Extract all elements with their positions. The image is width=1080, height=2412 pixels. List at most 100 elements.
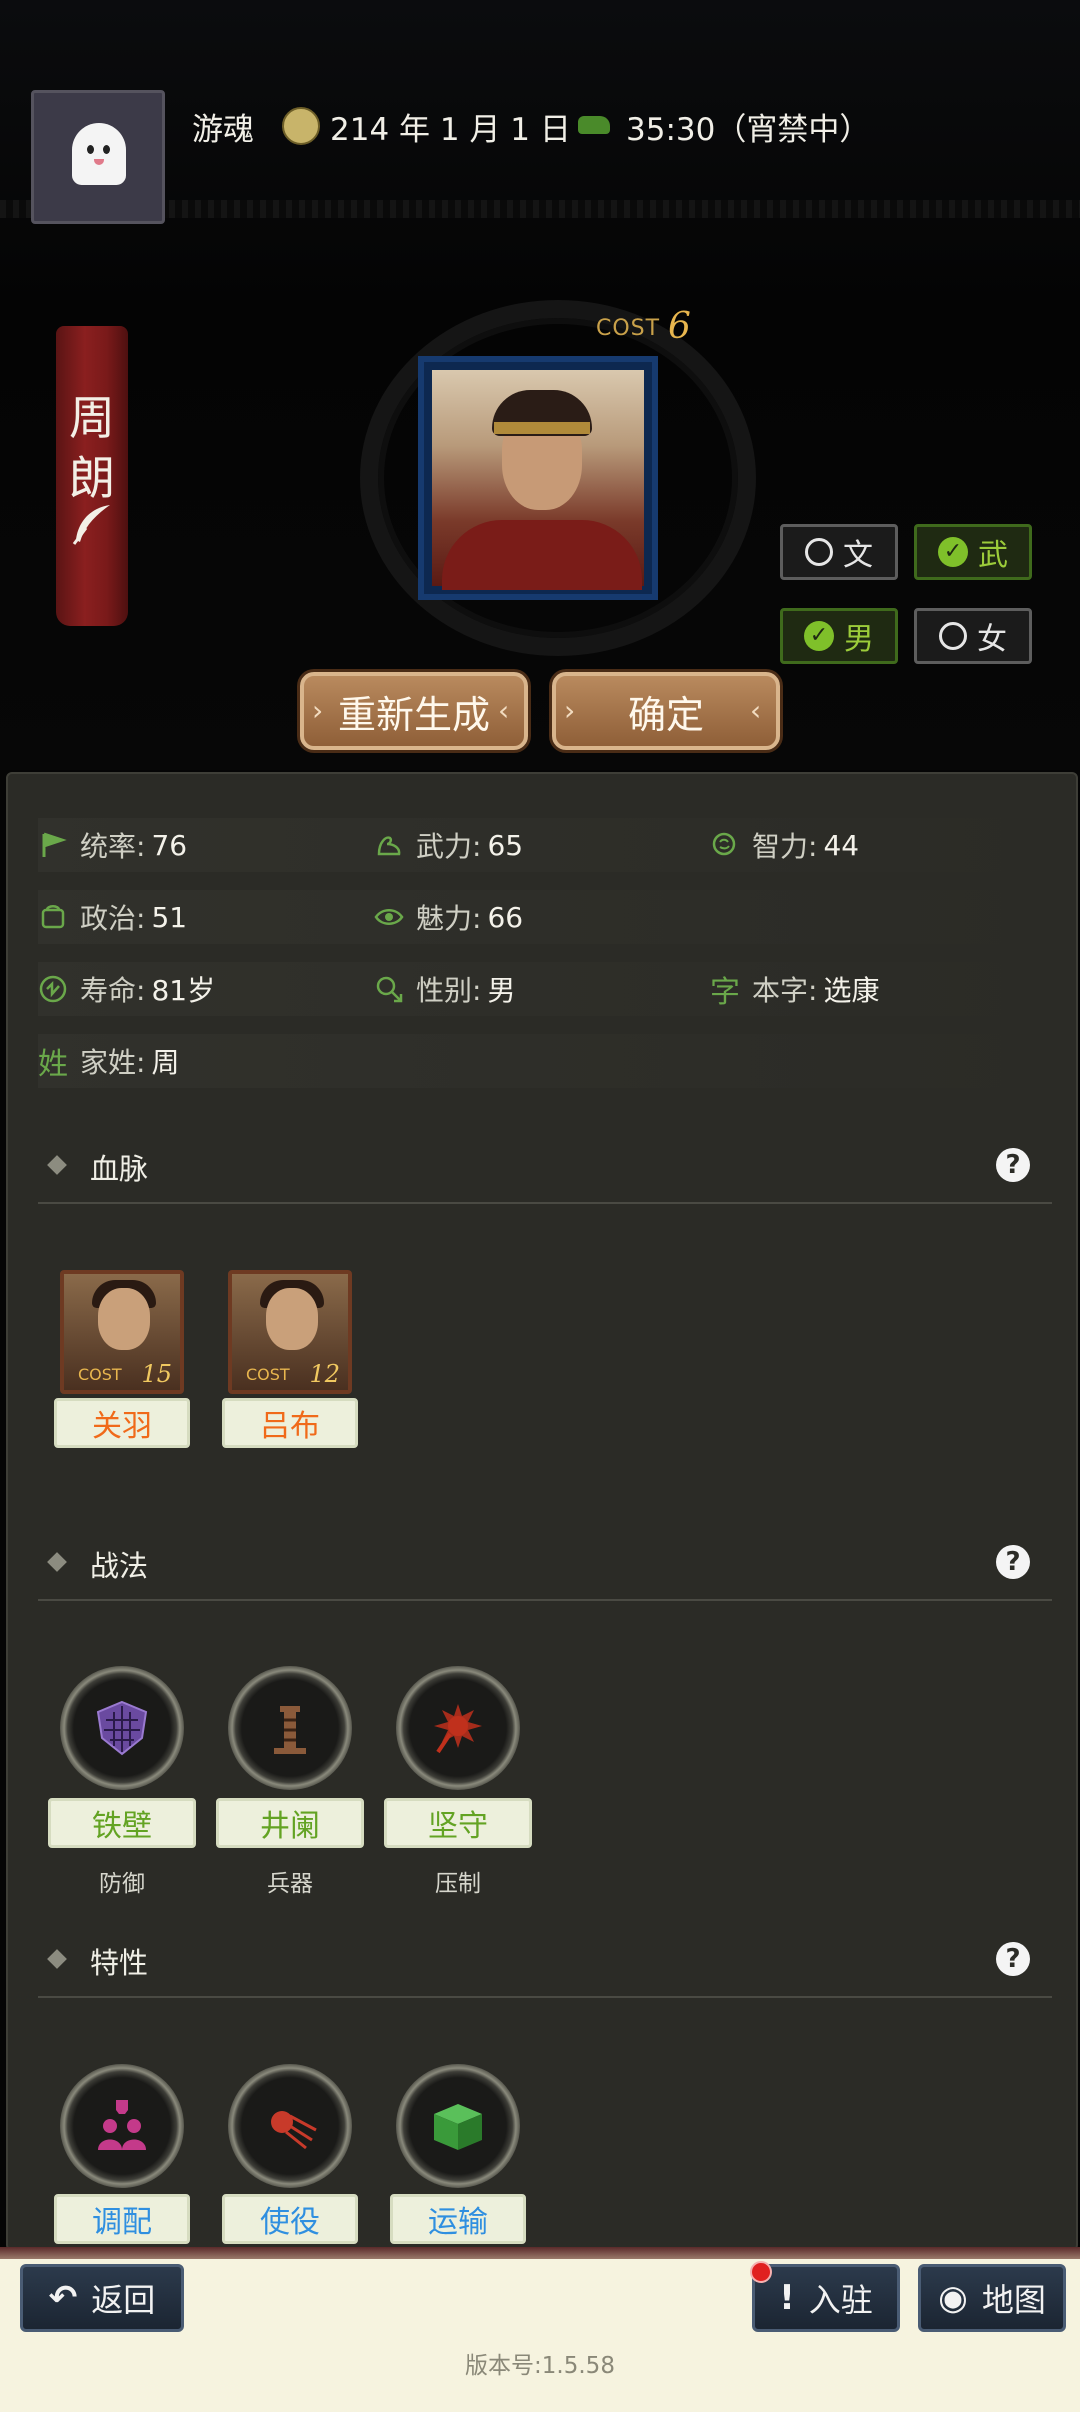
trait-name-tiaopei[interactable]: 调配: [54, 2194, 190, 2244]
regenerate-button[interactable]: › 重新生成 ‹: [300, 672, 528, 750]
game-time: 35:30（宵禁中）: [626, 112, 871, 148]
lifespan-icon: [39, 975, 67, 1003]
toggle-female[interactable]: 女: [914, 608, 1032, 664]
traits-section-header: 特性 ?: [38, 1926, 1052, 1998]
tactic-jianshou[interactable]: [396, 1666, 520, 1790]
trait-tiaopei[interactable]: [60, 2064, 184, 2188]
toggle-wu[interactable]: ✓ 武: [914, 524, 1032, 580]
map-button[interactable]: ◉ 地图: [918, 2264, 1066, 2332]
user-name: 游魂: [192, 112, 254, 148]
arm-icon: [377, 836, 401, 856]
character-zi-icon: 字: [710, 975, 740, 1010]
box-icon: [434, 2104, 482, 2150]
brain-icon: [712, 832, 736, 856]
unchecked-circle-icon: [939, 622, 967, 650]
shield-hex-icon: [96, 1700, 148, 1756]
bottom-bar-border: [0, 2247, 1080, 2259]
diamond-icon: [47, 1949, 67, 1969]
help-icon[interactable]: ?: [996, 1148, 1030, 1182]
tactic-name-tiebi[interactable]: 铁壁: [48, 1798, 196, 1848]
trait-name-shiyi[interactable]: 使役: [222, 2194, 358, 2244]
help-icon[interactable]: ?: [996, 1942, 1030, 1976]
settle-label: 入驻: [808, 2281, 873, 2319]
confirm-button[interactable]: › 确定 ‹: [552, 672, 780, 750]
stat-family-name: 姓 家姓: 周: [38, 1036, 179, 1086]
feather-icon[interactable]: [70, 502, 114, 546]
name-char-1: 周: [69, 391, 115, 445]
toggle-wen-label: 文: [843, 538, 873, 573]
stat-value: 66: [487, 900, 524, 934]
notification-dot: [750, 2261, 772, 2283]
toggle-wu-label: 武: [978, 538, 1008, 573]
bloodline-name-guanyu[interactable]: 关羽: [54, 1398, 190, 1448]
name-char-2: 朗: [69, 451, 115, 505]
tactic-tiebi[interactable]: [60, 1666, 184, 1790]
siege-tower-icon: [274, 1706, 306, 1754]
toggle-male-label: 男: [844, 622, 874, 657]
avatar[interactable]: [31, 90, 165, 224]
card-cost-label: COST: [246, 1365, 290, 1384]
stat-label: 寿命:: [80, 974, 146, 1007]
unchecked-circle-icon: [805, 538, 833, 566]
trait-name-yunshu[interactable]: 运输: [390, 2194, 526, 2244]
character-xing-icon: 姓: [38, 1047, 68, 1082]
confirm-label: 确定: [627, 692, 704, 737]
bloodline-section-header: 血脉 ?: [38, 1132, 1052, 1204]
people-bulb-icon: [98, 2100, 146, 2150]
calendar-icon: [282, 107, 320, 145]
diamond-icon: [47, 1155, 67, 1175]
stat-label: 智力:: [752, 830, 818, 863]
stat-value: 81岁: [151, 974, 216, 1007]
trait-shiyi[interactable]: [228, 2064, 352, 2188]
version-text: 版本号:1.5.58: [465, 2353, 615, 2379]
section-title: 战法: [90, 1549, 149, 1583]
trait-yunshu[interactable]: [396, 2064, 520, 2188]
stat-value: 65: [487, 828, 524, 862]
toggle-male[interactable]: ✓ 男: [780, 608, 898, 664]
stat-politics: 政治: 51: [38, 892, 187, 942]
return-arrow-icon: ↶: [48, 2278, 78, 2318]
toggle-female-label: 女: [977, 622, 1007, 657]
stat-label: 武力:: [416, 830, 482, 863]
bloodline-name-lvbu[interactable]: 吕布: [222, 1398, 358, 1448]
check-icon: ✓: [804, 621, 834, 651]
check-icon: ✓: [938, 537, 968, 567]
section-title: 血脉: [90, 1152, 149, 1186]
card-cost-value: 12: [309, 1360, 340, 1388]
bloodline-card-guanyu[interactable]: COST 15: [60, 1270, 184, 1394]
toggle-wen[interactable]: 文: [780, 524, 898, 580]
horse-icon: [578, 116, 610, 134]
stat-value: 周: [151, 1046, 180, 1079]
tactic-name-jianshou[interactable]: 坚守: [384, 1798, 532, 1848]
tactic-jinglan[interactable]: [228, 1666, 352, 1790]
stat-label: 性别:: [416, 974, 482, 1007]
tactics-section-header: 战法 ?: [38, 1529, 1052, 1601]
stat-command: 统率: 76: [38, 820, 187, 870]
character-portrait: [418, 356, 658, 600]
back-button[interactable]: ↶ 返回: [20, 2264, 184, 2332]
back-label: 返回: [91, 2281, 156, 2319]
card-cost-label: COST: [78, 1365, 122, 1384]
stat-value: 51: [151, 900, 188, 934]
settle-button[interactable]: ! 入驻: [752, 2264, 900, 2332]
cost-value: 6: [668, 306, 691, 347]
game-date: 214 年 1 月 1 日: [330, 112, 571, 148]
exclamation-icon: !: [779, 2278, 795, 2318]
tactic-type: 兵器: [267, 1871, 313, 1897]
map-label: 地图: [981, 2281, 1046, 2319]
ghost-icon: [72, 123, 126, 185]
help-icon[interactable]: ?: [996, 1545, 1030, 1579]
diamond-icon: [47, 1552, 67, 1572]
character-name-banner: 周 朗: [56, 326, 128, 626]
character-detail-panel[interactable]: 统率: 76 武力: 65 智力: 44 政治: 51 魅力: 66 寿命: 8…: [6, 772, 1078, 2251]
tactic-name-jinglan[interactable]: 井阑: [216, 1798, 364, 1848]
stat-courtesy-name: 字 本字: 选康: [710, 964, 879, 1014]
section-title: 特性: [90, 1946, 149, 1980]
stat-label: 魅力:: [416, 902, 482, 935]
bloodline-card-lvbu[interactable]: COST 12: [228, 1270, 352, 1394]
stat-value: 44: [823, 828, 860, 862]
stat-lifespan: 寿命: 81岁: [38, 964, 215, 1014]
stat-charm: 魅力: 66: [374, 892, 523, 942]
tactic-type: 防御: [99, 1871, 145, 1897]
stat-value: 76: [151, 828, 188, 862]
